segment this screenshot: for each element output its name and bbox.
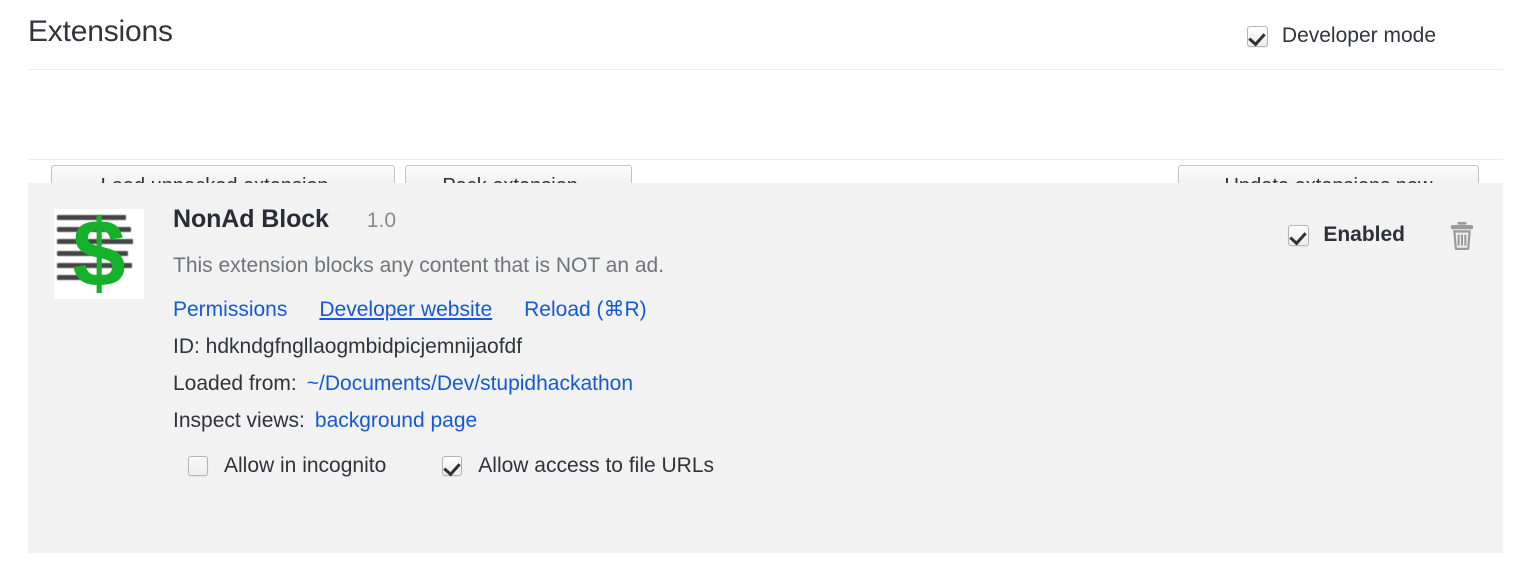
extension-name: NonAd Block	[173, 205, 329, 233]
enabled-toggle[interactable]: Enabled	[1288, 223, 1405, 247]
loaded-from-row: Loaded from: ~/Documents/Dev/stupidhacka…	[173, 370, 1479, 397]
dollar-sign-icon: $	[72, 209, 126, 299]
checkbox-checked-icon[interactable]	[1288, 224, 1310, 246]
extensions-page: Extensions Developer mode Load unpacked …	[0, 0, 1528, 576]
remove-extension-button[interactable]	[1445, 219, 1479, 253]
extension-id-value: hdkndgfngllaogmbidpicjemnijaofdf	[205, 335, 523, 358]
extension-options: Allow in incognito Allow access to file …	[188, 454, 1479, 478]
extension-card: $ NonAd Block 1.0 This extension blocks …	[28, 183, 1503, 553]
developer-mode-label: Developer mode	[1281, 24, 1436, 47]
checkbox-checked-icon[interactable]	[1246, 25, 1268, 47]
inspect-views-row: Inspect views: background page	[173, 407, 1479, 434]
extension-details: NonAd Block 1.0 This extension blocks an…	[173, 205, 1479, 478]
trash-icon	[1451, 222, 1473, 251]
permissions-link[interactable]: Permissions	[173, 297, 287, 323]
background-page-link[interactable]: background page	[315, 407, 477, 434]
toolbar: Load unpacked extension... Pack extensio…	[0, 69, 1528, 207]
extension-id-label: ID:	[173, 335, 206, 358]
reload-link[interactable]: Reload (⌘R)	[524, 297, 647, 323]
extension-description: This extension blocks any content that i…	[173, 254, 665, 277]
extension-name-row: NonAd Block 1.0	[173, 205, 1479, 241]
inspect-views-label: Inspect views:	[173, 409, 305, 432]
checkbox-checked-icon[interactable]	[442, 456, 463, 476]
extension-version: 1.0	[366, 209, 397, 232]
allow-file-urls-label[interactable]: Allow access to file URLs	[478, 454, 714, 478]
developer-website-link[interactable]: Developer website	[319, 297, 492, 323]
toolbar-divider	[28, 159, 1503, 160]
extension-id-row: ID: hdkndgfngllaogmbidpicjemnijaofdf	[173, 333, 1479, 360]
extension-icon: $	[54, 209, 144, 299]
page-title: Extensions	[28, 15, 173, 48]
checkbox-unchecked-icon[interactable]	[188, 456, 208, 476]
loaded-from-path-link[interactable]: ~/Documents/Dev/stupidhackathon	[307, 370, 633, 397]
extension-links: Permissions Developer website Reload (⌘R…	[173, 297, 1479, 323]
page-header: Extensions Developer mode	[0, 0, 1528, 69]
allow-in-incognito-label[interactable]: Allow in incognito	[224, 454, 386, 478]
enabled-label: Enabled	[1323, 223, 1405, 246]
loaded-from-label: Loaded from:	[173, 372, 297, 395]
developer-mode-toggle[interactable]: Developer mode	[1246, 24, 1436, 48]
